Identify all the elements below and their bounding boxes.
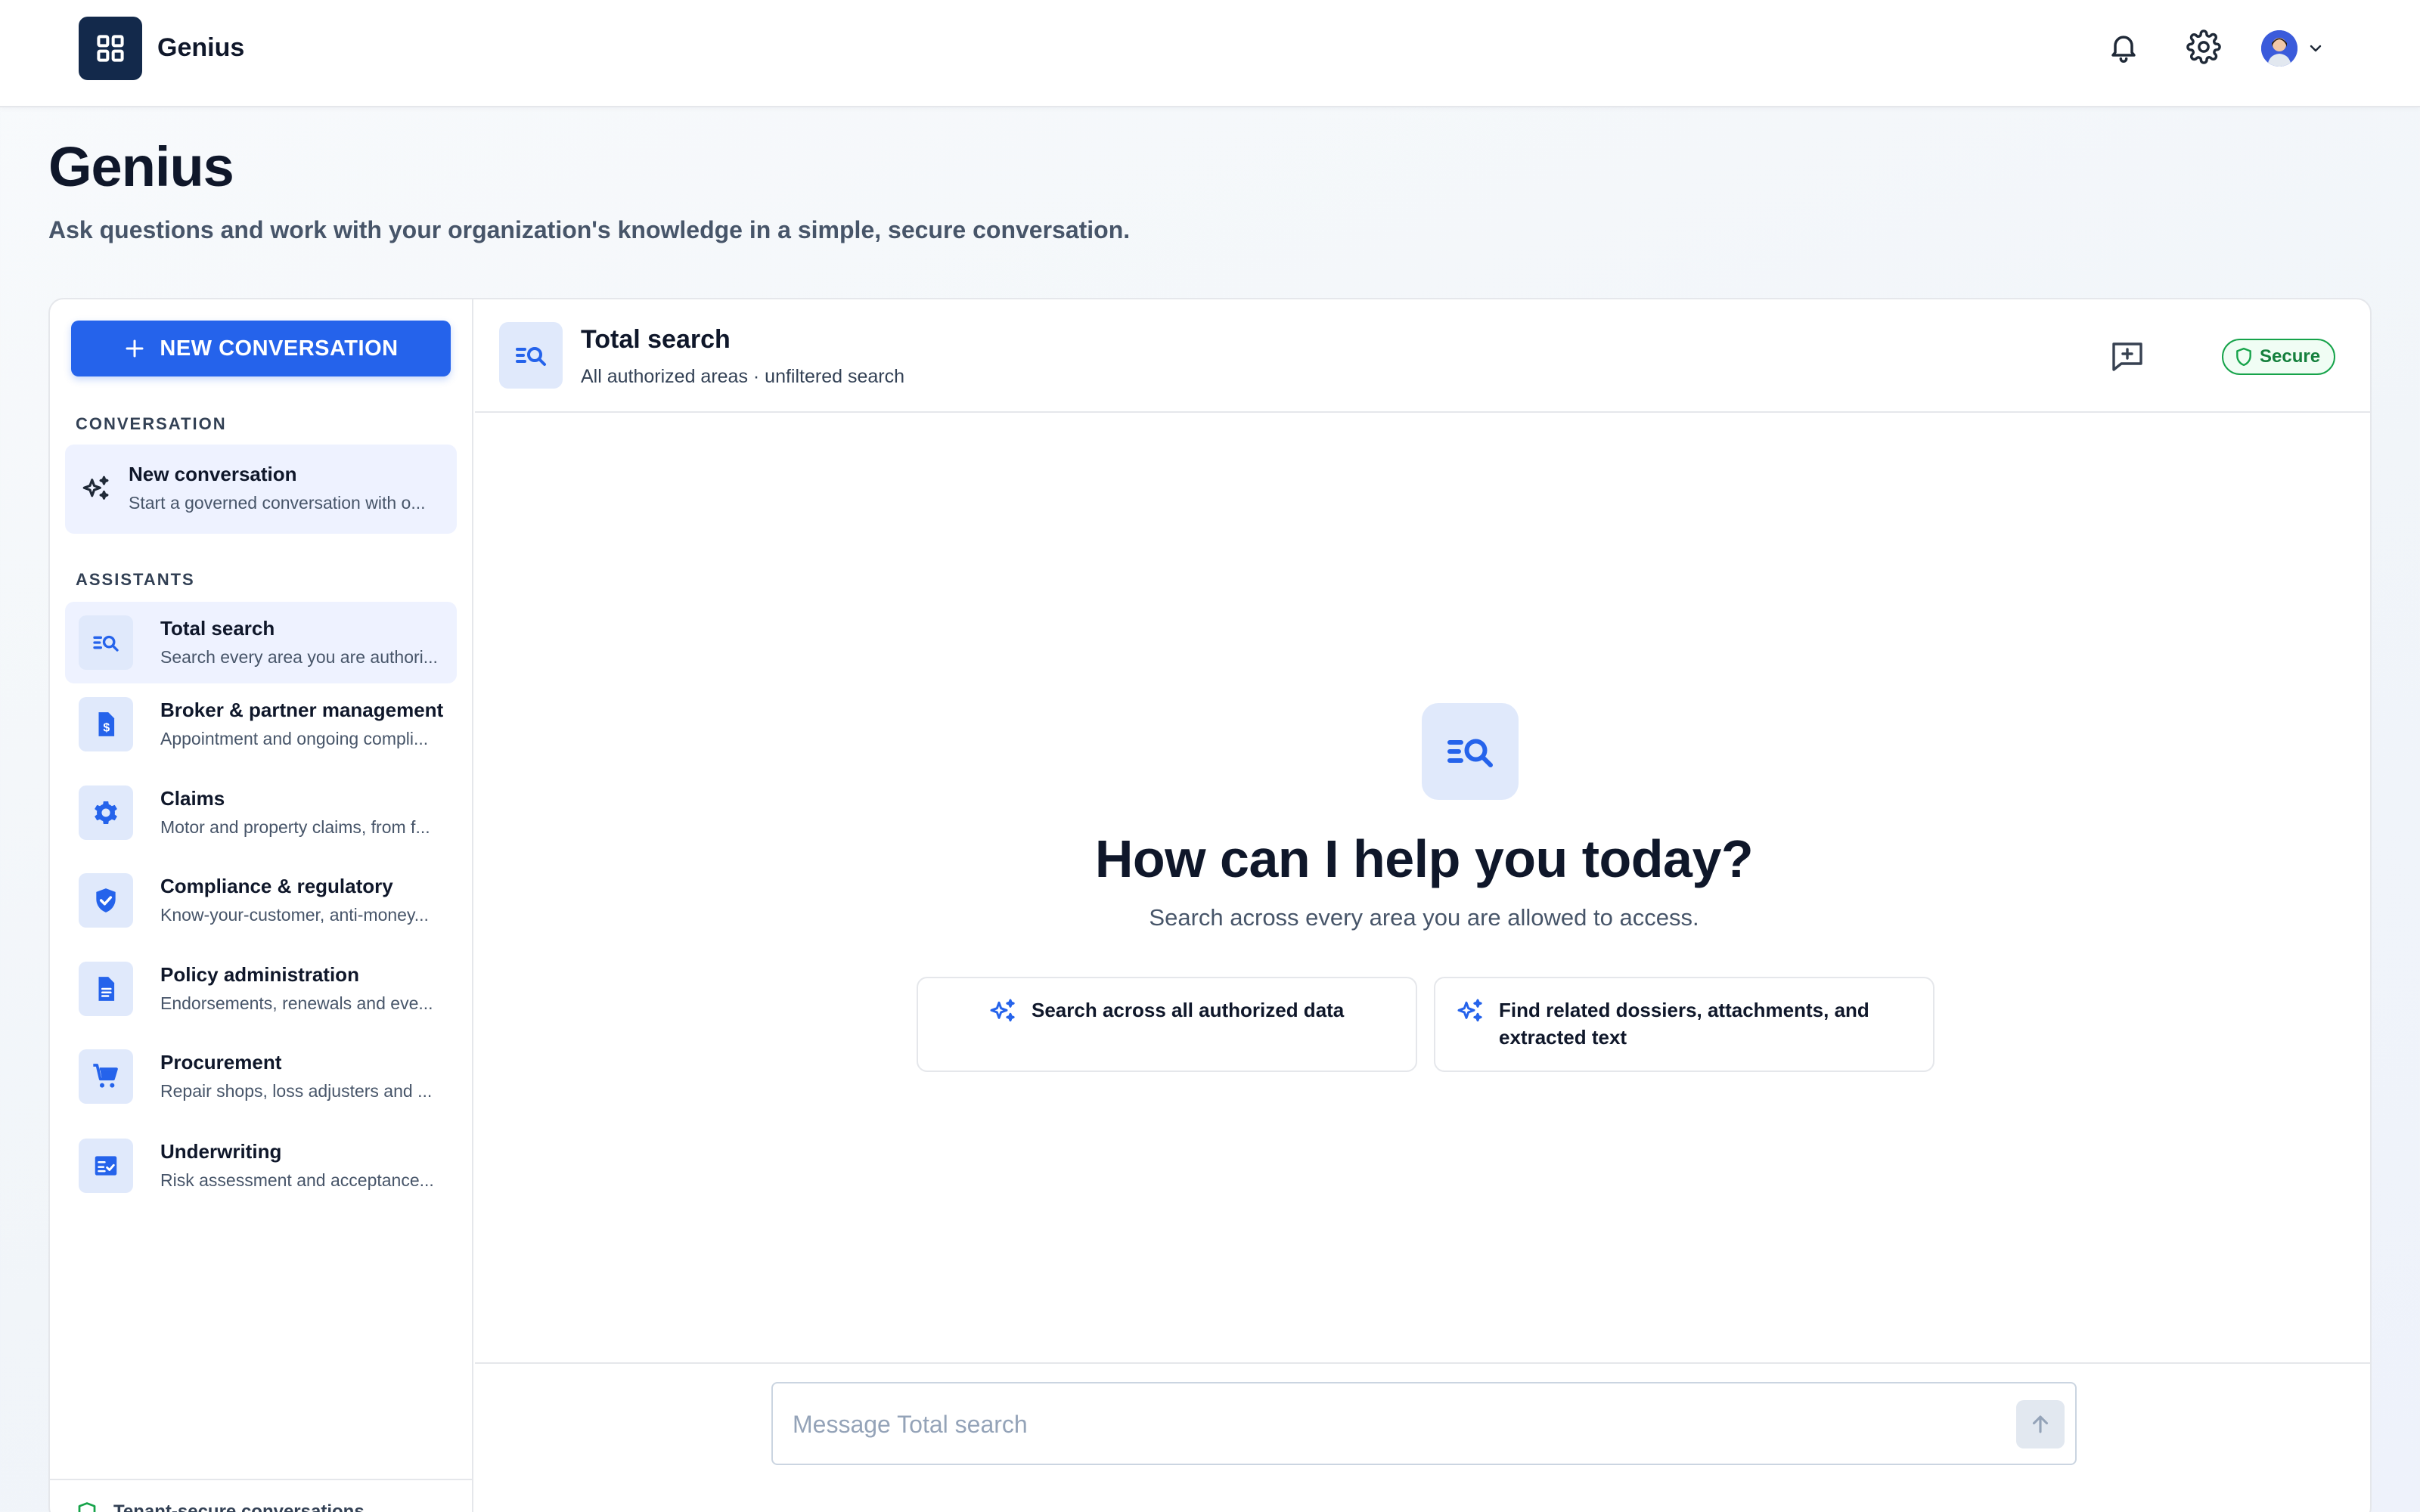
assistant-header-tile <box>499 322 563 389</box>
assistant-tile <box>79 1139 133 1193</box>
apps-grid-button[interactable] <box>79 17 142 80</box>
secure-badge-label: Secure <box>2260 346 2321 367</box>
new-conversation-label: NEW CONVERSATION <box>160 336 399 361</box>
sidebar-divider <box>50 1479 473 1480</box>
notifications-button[interactable] <box>2104 27 2143 67</box>
page-subtitle: Ask questions and work with your organiz… <box>48 216 1131 243</box>
conversation-area: Total search All authorized areas · unfi… <box>475 299 2370 1512</box>
assistant-description: Risk assessment and acceptance... <box>160 1170 434 1190</box>
suggestion-card[interactable]: Search across all authorized data <box>917 977 1417 1072</box>
assistant-tile <box>79 1049 133 1104</box>
assistant-tile: $ <box>79 697 133 751</box>
assistant-tile <box>79 962 133 1016</box>
assistant-tile <box>79 785 133 840</box>
shield-icon <box>78 1502 96 1512</box>
suggestion-text: Search across all authorized data <box>1032 999 1345 1021</box>
grid-icon <box>97 35 124 62</box>
assistant-description: Repair shops, loss adjusters and ... <box>160 1081 433 1101</box>
send-button[interactable] <box>2016 1400 2065 1448</box>
arrow-up-icon <box>2032 1415 2049 1433</box>
sparkles-icon <box>1457 999 1482 1022</box>
assistant-item-policy-administration[interactable]: Policy administration Endorsements, rene… <box>65 948 457 1030</box>
chevron-down-icon <box>2310 45 2322 52</box>
assistant-item-broker-partner[interactable]: $ Broker & partner management Appointmen… <box>65 683 457 765</box>
new-chat-button[interactable] <box>2108 337 2146 375</box>
document-icon <box>98 977 115 1001</box>
assistant-description: Endorsements, renewals and eve... <box>160 993 433 1013</box>
composer-divider <box>475 1362 2370 1364</box>
assistant-title: Broker & partner management <box>160 699 444 721</box>
assistant-title: Total search <box>160 617 275 640</box>
user-menu-button[interactable] <box>2261 29 2329 68</box>
assistant-title: Policy administration <box>160 963 359 986</box>
assistant-title: Underwriting <box>160 1140 282 1163</box>
sparkles-icon <box>82 476 109 500</box>
cart-icon <box>93 1064 118 1088</box>
suggestion-card[interactable]: Find related dossiers, attachments, and … <box>1434 977 1934 1072</box>
message-composer <box>771 1382 2077 1465</box>
conversation-section-label: CONVERSATION <box>76 414 227 433</box>
conversation-item-description: Start a governed conversation with o... <box>129 493 426 513</box>
assistant-title: Procurement <box>160 1051 282 1074</box>
assistant-title: Claims <box>160 787 225 810</box>
assistant-item-procurement[interactable]: Procurement Repair shops, loss adjusters… <box>65 1036 457 1117</box>
message-input[interactable] <box>793 1399 1972 1450</box>
conversation-title: Total search <box>581 325 731 354</box>
svg-text:$: $ <box>103 722 110 735</box>
empty-state-subtitle: Search across every area you are allowed… <box>1149 904 1699 931</box>
assistant-item-underwriting[interactable]: Underwriting Risk assessment and accepta… <box>65 1125 457 1207</box>
conversation-item-title: New conversation <box>129 463 297 485</box>
dollar-document-icon: $ <box>98 712 115 736</box>
settings-button[interactable] <box>2184 27 2223 67</box>
secure-badge: Secure <box>2222 339 2336 375</box>
brand-name: Genius <box>157 33 245 62</box>
shield-icon <box>2236 347 2251 367</box>
assistant-description: Appointment and ongoing compli... <box>160 729 429 748</box>
checklist-icon <box>95 1156 117 1176</box>
conversation-item[interactable]: New conversation Start a governed conver… <box>65 445 457 534</box>
conversation-header: Total search All authorized areas · unfi… <box>475 299 2370 413</box>
assistant-item-claims[interactable]: Claims Motor and property claims, from f… <box>65 772 457 854</box>
assistant-description: Search every area you are authori... <box>160 647 438 667</box>
search-list-icon <box>516 347 546 366</box>
page-title: Genius <box>48 135 234 198</box>
plus-icon <box>126 339 144 358</box>
search-list-icon <box>93 635 119 652</box>
sparkles-icon <box>990 999 1015 1022</box>
gear-icon <box>95 801 117 825</box>
top-bar: Genius <box>0 0 2420 107</box>
assistant-tile <box>79 615 133 670</box>
new-conversation-button[interactable]: NEW CONVERSATION <box>71 321 451 376</box>
assistant-description: Motor and property claims, from f... <box>160 817 430 837</box>
assistant-title: Compliance & regulatory <box>160 875 393 897</box>
message-plus-icon <box>2112 342 2142 371</box>
suggestion-text: Find related dossiers, attachments, and … <box>1499 999 1869 1049</box>
assistants-section-label: ASSISTANTS <box>76 570 195 589</box>
shield-check-icon <box>96 888 116 912</box>
search-list-icon <box>1447 739 1493 767</box>
assistant-description: Know-your-customer, anti-money... <box>160 905 429 925</box>
gear-icon <box>2186 29 2221 64</box>
conversation-subtitle: All authorized areas · unfiltered search <box>581 366 905 387</box>
avatar <box>2261 30 2297 67</box>
assistant-tile <box>79 873 133 928</box>
assistant-item-compliance[interactable]: Compliance & regulatory Know-your-custom… <box>65 860 457 941</box>
assistant-item-total-search[interactable]: Total search Search every area you are a… <box>65 602 457 683</box>
sidebar: NEW CONVERSATION CONVERSATION New conver… <box>50 299 473 1512</box>
empty-state-title: How can I help you today? <box>1094 829 1754 888</box>
bell-icon <box>2111 36 2136 63</box>
sidebar-footer-text: Tenant-secure conversations <box>113 1501 365 1512</box>
genius-panel: NEW CONVERSATION CONVERSATION New conver… <box>48 298 2372 1512</box>
empty-state-tile <box>1422 703 1519 800</box>
